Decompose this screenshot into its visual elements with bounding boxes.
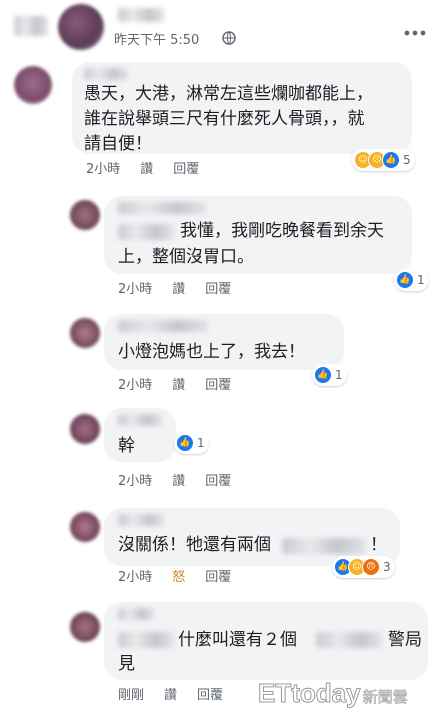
comment-text-line: 警局	[388, 630, 422, 650]
angry-icon: 😠	[362, 558, 380, 576]
reaction-count: 1	[335, 368, 343, 382]
commenter-avatar[interactable]	[70, 414, 100, 444]
comment-time[interactable]: 2小時	[118, 378, 152, 393]
reaction-summary[interactable]: 👍 1	[174, 432, 209, 454]
reaction-summary[interactable]: ☺ ☹ 👍 5	[352, 149, 415, 171]
commenter-avatar[interactable]	[70, 612, 100, 642]
like-icon: 👍	[314, 366, 332, 384]
reply-link[interactable]: 回覆	[173, 162, 199, 177]
reply-link[interactable]: 回覆	[205, 474, 231, 489]
comment-time[interactable]: 2小時	[118, 282, 152, 297]
comment-time[interactable]: 2小時	[118, 474, 152, 489]
watermark-brand: ETtoday	[258, 678, 362, 709]
angry-reaction-link[interactable]: 怒	[172, 570, 185, 585]
comment-time[interactable]: 2小時	[86, 162, 120, 177]
commenter-name-redacted[interactable]	[118, 320, 208, 332]
commenter-name-redacted[interactable]	[118, 414, 162, 426]
reaction-count: 3	[383, 560, 391, 574]
like-icon: 👍	[176, 434, 194, 452]
commenter-name-redacted[interactable]	[118, 608, 154, 620]
reply-link[interactable]: 回覆	[205, 282, 231, 297]
comment-text-line: 什麼叫還有２個	[178, 630, 297, 650]
post-time[interactable]: 昨天下午 5:50	[114, 29, 199, 48]
comment-text-line: 請自便！	[84, 134, 152, 154]
reply-link[interactable]: 回覆	[197, 688, 223, 703]
commenter-name-redacted[interactable]	[118, 514, 164, 526]
comment-actions: 2小時 怒 回覆	[118, 566, 251, 585]
ellipsis-icon[interactable]	[404, 22, 426, 41]
redacted-text	[316, 632, 382, 648]
like-link[interactable]: 讚	[172, 282, 185, 297]
reaction-summary[interactable]: 👍 1	[312, 364, 347, 386]
comment-time[interactable]: 2小時	[118, 570, 152, 585]
like-link[interactable]: 讚	[140, 162, 153, 177]
commenter-name-redacted[interactable]	[84, 68, 128, 80]
like-link[interactable]: 讚	[164, 688, 177, 703]
comment-text-line: 幹	[118, 436, 135, 456]
commenter-avatar[interactable]	[70, 200, 100, 230]
comment-actions: 2小時 讚 回覆	[118, 374, 251, 393]
reaction-count: 1	[197, 436, 205, 450]
mention-redacted[interactable]	[118, 632, 174, 648]
comment-text-line: 上，整個沒胃口。	[118, 247, 254, 267]
commenter-avatar[interactable]	[70, 318, 100, 348]
redacted-profile-photo	[14, 16, 48, 36]
comment-text-line: 小燈泡媽也上了，我去！	[118, 342, 305, 362]
commenter-avatar[interactable]	[70, 512, 100, 542]
like-link[interactable]: 讚	[172, 474, 185, 489]
poster-name-redacted[interactable]	[118, 8, 164, 22]
commenter-avatar[interactable]	[14, 66, 52, 104]
comment-actions: 剛剛 讚 回覆	[118, 684, 243, 703]
like-link[interactable]: 讚	[172, 378, 185, 393]
reaction-count: 5	[403, 153, 411, 167]
commenter-name-redacted[interactable]	[118, 202, 206, 214]
reaction-count: 1	[417, 273, 425, 287]
comment-actions: 2小時 讚 回覆	[118, 470, 251, 489]
globe-icon	[222, 30, 236, 49]
comment-text-line: 我懂，我剛吃晚餐看到余天	[180, 221, 384, 241]
watermark-suffix: 新聞雲	[362, 688, 408, 707]
comment-text-line: 誰在說舉頭三尺有什麼死人骨頭，，就	[84, 109, 365, 129]
redacted-text	[282, 538, 366, 554]
reaction-summary[interactable]: 👍 ☺ 😠 3	[332, 556, 395, 578]
ettoday-watermark: ETtoday 新聞雲	[258, 678, 408, 709]
comment-text-line: 愚天，大港，淋常左這些爛咖都能上，	[84, 84, 373, 104]
poster-avatar[interactable]	[58, 4, 104, 50]
comment-text-line: ！	[370, 535, 387, 555]
like-icon: 👍	[382, 151, 400, 169]
comment-text-line: 見	[118, 654, 135, 674]
comment-actions: 2小時 讚 回覆	[86, 158, 219, 177]
comment-actions: 2小時 讚 回覆	[118, 278, 251, 297]
comment-text-line: 沒關係！牠還有兩個	[118, 535, 271, 555]
reaction-summary[interactable]: 👍 1	[394, 269, 429, 291]
comment-time[interactable]: 剛剛	[118, 688, 144, 703]
like-icon: 👍	[396, 271, 414, 289]
reply-link[interactable]: 回覆	[205, 378, 231, 393]
reply-link[interactable]: 回覆	[205, 570, 231, 585]
mention-redacted[interactable]	[118, 224, 174, 240]
